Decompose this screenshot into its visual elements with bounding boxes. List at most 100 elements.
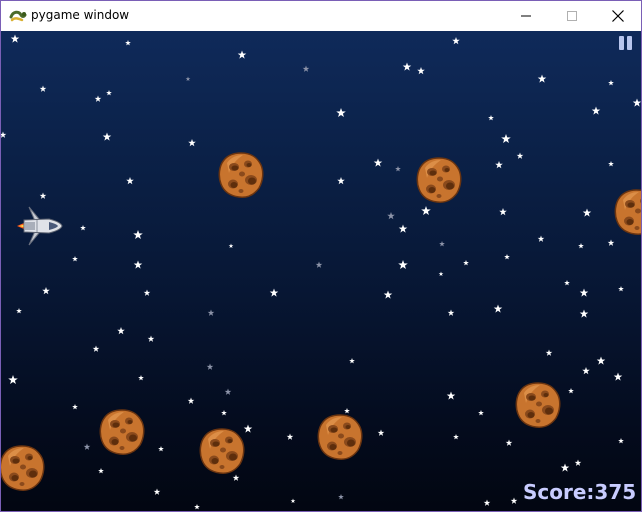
close-icon [612,10,624,22]
star [153,488,161,495]
star [94,95,102,102]
star [398,224,408,233]
star [568,388,574,394]
star [417,67,425,75]
star [516,152,524,159]
star [221,410,227,416]
starfield [1,34,641,510]
title-bar[interactable]: pygame window [1,0,641,31]
star [102,132,112,141]
star [421,206,431,216]
star [505,439,513,446]
star [504,254,510,260]
star [578,243,584,249]
star [243,424,253,433]
star [147,335,155,342]
pygame-snake-icon [9,7,27,25]
star [286,433,294,440]
star [188,139,196,147]
star [143,289,151,296]
star [439,241,445,247]
close-button[interactable] [595,1,641,31]
star [438,271,444,277]
star [373,158,383,167]
star [579,309,589,318]
star [117,327,125,335]
star [138,375,144,381]
star [125,40,131,46]
star [608,80,614,86]
maximize-icon [567,11,577,21]
star [402,62,412,71]
star [387,212,395,220]
star [80,225,86,231]
minimize-button[interactable] [503,1,549,31]
star [613,372,623,381]
star [377,429,385,436]
pause-button[interactable] [619,36,637,54]
star [495,161,503,169]
star [344,408,350,414]
star [1,131,7,138]
star [228,243,234,249]
star [194,504,200,510]
star [10,34,20,43]
star [98,468,104,474]
star [230,190,236,196]
game-canvas[interactable]: Score:375 [1,31,641,511]
star [452,37,460,45]
star [8,375,18,385]
star [453,434,459,440]
star [395,166,401,172]
star [187,397,195,404]
player-spaceship [15,205,65,247]
star [349,358,355,364]
spaceship-icon [17,206,63,246]
score-display: Score:375 [523,480,637,504]
star [596,356,606,365]
star [232,474,240,481]
maximize-button[interactable] [549,1,595,31]
star [16,308,22,314]
star [560,463,570,472]
star [398,260,408,270]
star [133,230,143,240]
star [42,287,50,295]
star [501,134,511,144]
star [336,108,346,118]
star [618,286,624,292]
star [632,98,641,107]
star [579,288,589,297]
star [545,349,553,356]
star [564,280,570,286]
star [106,90,112,96]
star [510,497,518,504]
star [383,290,393,299]
star [499,208,507,216]
pause-icon [619,36,624,50]
pygame-window: pygame window Score:375 [0,0,642,512]
star [224,388,232,395]
star [206,363,214,370]
star [537,74,547,83]
star [582,208,592,217]
star [591,106,601,115]
star [574,459,582,466]
star [447,309,455,316]
star [237,50,247,59]
star [478,410,484,416]
star [608,161,614,167]
star [618,438,624,444]
star [582,367,590,375]
star [133,260,143,269]
star [39,192,47,199]
minimize-icon [521,15,531,17]
star [158,446,164,452]
star [338,494,344,500]
pause-icon [627,36,632,50]
star [337,177,345,185]
star [635,227,641,235]
star [39,85,47,92]
star [83,443,91,450]
star [315,261,323,268]
